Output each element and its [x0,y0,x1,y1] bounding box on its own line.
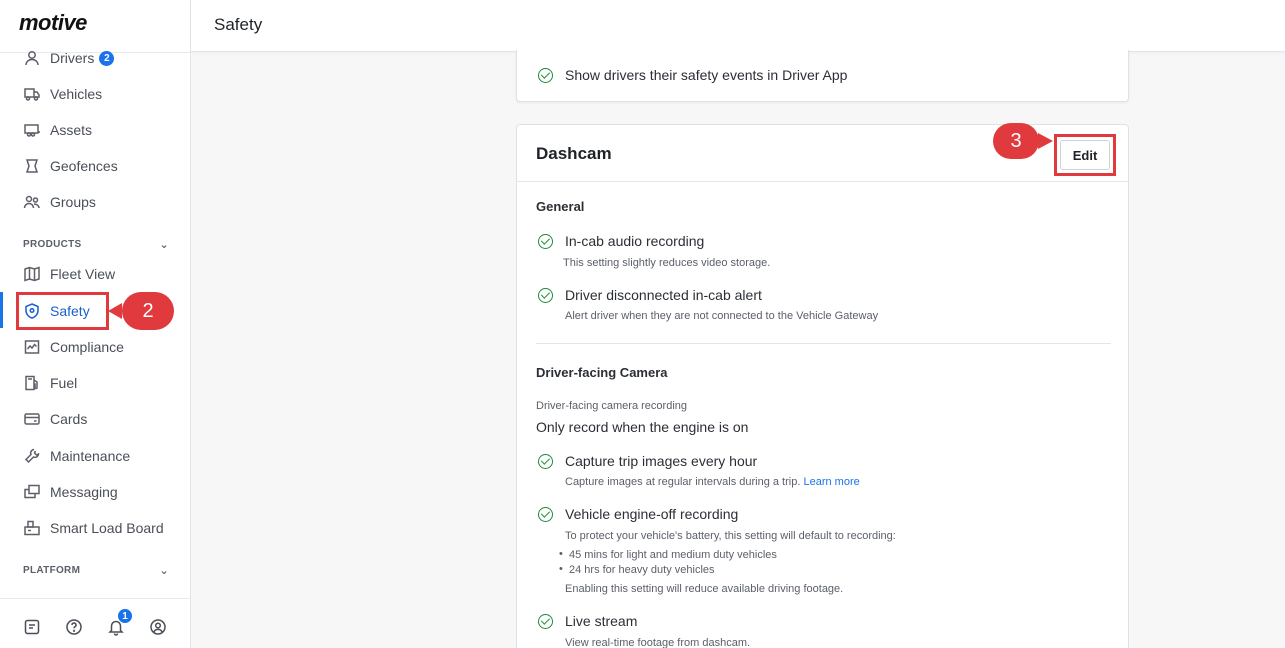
messaging-icon [23,483,41,501]
notification-badge: 1 [117,608,133,624]
group-icon [23,193,41,211]
setting-description: This setting slightly reduces video stor… [563,257,771,269]
chevron-down-icon: ⌄ [159,565,169,577]
bullet-item: 45 mins for light and medium duty vehicl… [559,548,777,561]
general-section-title: General [536,199,585,214]
platform-section-toggle[interactable]: PLATFORM ⌄ [23,564,169,577]
sidebar-item-label: Cards [50,411,88,427]
sidebar-item-groups[interactable]: Groups [16,185,174,219]
dfc-recording-value: Only record when the engine is on [536,419,749,435]
show-safety-events-row: Show drivers their safety events in Driv… [538,67,847,83]
products-section-label: PRODUCTS [23,239,82,250]
sidebar-item-label: Messaging [50,484,118,500]
sidebar-item-label: Safety [50,303,90,319]
setting-label: Driver disconnected in-cab alert [565,287,762,303]
sidebar-item-label: Fleet View [50,266,116,282]
setting-label: Live stream [565,613,638,629]
step-3-callout: 3 [993,123,1053,159]
driver-facing-camera-title: Driver-facing Camera [536,365,668,380]
help-icon[interactable] [65,618,83,636]
safety-events-card: Show drivers their safety events in Driv… [516,50,1129,102]
sidebar-item-label: Fuel [50,375,78,391]
sidebar-item-maintenance[interactable]: Maintenance [16,439,174,473]
sidebar-item-vehicles[interactable]: Vehicles [16,77,174,111]
trailer-icon [23,121,41,139]
page-header: Safety [191,0,1285,52]
dashcam-card: Dashcam Edit General In-cab audio record… [516,124,1129,648]
setting-label: Vehicle engine-off recording [565,506,739,522]
setting-description: Capture images at regular intervals duri… [565,476,860,488]
setting-description: To protect your vehicle's battery, this … [565,530,896,542]
sidebar-item-smart-load-board[interactable]: Smart Load Board [16,511,174,545]
products-section-toggle[interactable]: PRODUCTS ⌄ [23,238,169,251]
driver-disconnected-row: Driver disconnected in-cab alert [538,287,762,303]
sidebar-item-label: Smart Load Board [50,520,164,536]
sidebar-item-cards[interactable]: Cards [16,402,174,436]
user-account-icon[interactable] [149,618,167,636]
platform-section-label: PLATFORM [23,565,81,576]
drivers-count-badge: 2 [99,50,115,66]
chevron-down-icon: ⌄ [159,239,169,251]
dfc-recording-label: Driver-facing camera recording [536,400,687,412]
sidebar-item-messaging[interactable]: Messaging [16,475,174,509]
sidebar-item-label: Compliance [50,339,124,355]
load-board-icon [23,519,41,537]
truck-icon [23,85,41,103]
sidebar-item-label: Vehicles [50,86,103,102]
setting-description: View real-time footage from dashcam. [565,637,751,648]
sidebar-item-assets[interactable]: Assets [16,113,174,147]
setting-label: In-cab audio recording [565,233,705,249]
check-circle-icon [538,613,553,629]
shield-icon [23,302,41,320]
sidebar-item-label: Maintenance [50,448,131,464]
setting-label: Show drivers their safety events in Driv… [565,67,848,83]
card-icon [23,410,41,428]
check-circle-icon [538,506,553,522]
sidebar-item-label: Groups [50,194,96,210]
engine-off-recording-row: Vehicle engine-off recording [538,506,738,522]
capture-trip-images-row: Capture trip images every hour [538,453,757,469]
person-icon [23,49,41,67]
section-divider [536,343,1111,344]
bullet-item: 24 hrs for heavy duty vehicles [559,563,714,576]
wrench-icon [23,447,41,465]
geofence-icon [23,157,41,175]
active-indicator [0,292,3,328]
store-icon[interactable] [23,618,41,636]
sidebar-item-compliance[interactable]: Compliance [16,330,174,364]
setting-description: Alert driver when they are not connected… [565,310,879,322]
learn-more-link[interactable]: Learn more [803,476,859,488]
sidebar-item-safety[interactable]: Safety [16,292,109,330]
check-circle-icon [538,67,553,83]
page-title: Safety [214,15,263,34]
edit-highlight: Edit [1054,134,1116,176]
in-cab-audio-row: In-cab audio recording [538,233,704,249]
setting-label: Capture trip images every hour [565,453,758,469]
check-circle-icon [538,233,553,249]
edit-button[interactable]: Edit [1060,140,1110,170]
dashcam-title: Dashcam [536,144,612,163]
sidebar-item-geofences[interactable]: Geofences [16,149,174,183]
sidebar-item-fuel[interactable]: Fuel [16,366,174,400]
sidebar-item-fleet-view[interactable]: Fleet View [16,257,174,291]
sidebar-item-label: Geofences [50,158,118,174]
motive-logo[interactable]: motive [19,10,87,36]
sidebar-item-label: Drivers [50,50,95,66]
map-icon [23,265,41,283]
check-circle-icon [538,287,553,303]
live-stream-row: Live stream [538,613,637,629]
setting-note: Enabling this setting will reduce availa… [565,583,844,595]
trip-images-description: Capture images at regular intervals duri… [565,476,801,488]
fuel-icon [23,374,41,392]
sidebar-item-label: Assets [50,122,93,138]
sidebar-item-drivers[interactable]: Drivers 2 [16,41,174,75]
step-2-callout: 2 [108,292,174,330]
check-circle-icon [538,453,553,469]
compliance-icon [23,338,41,356]
